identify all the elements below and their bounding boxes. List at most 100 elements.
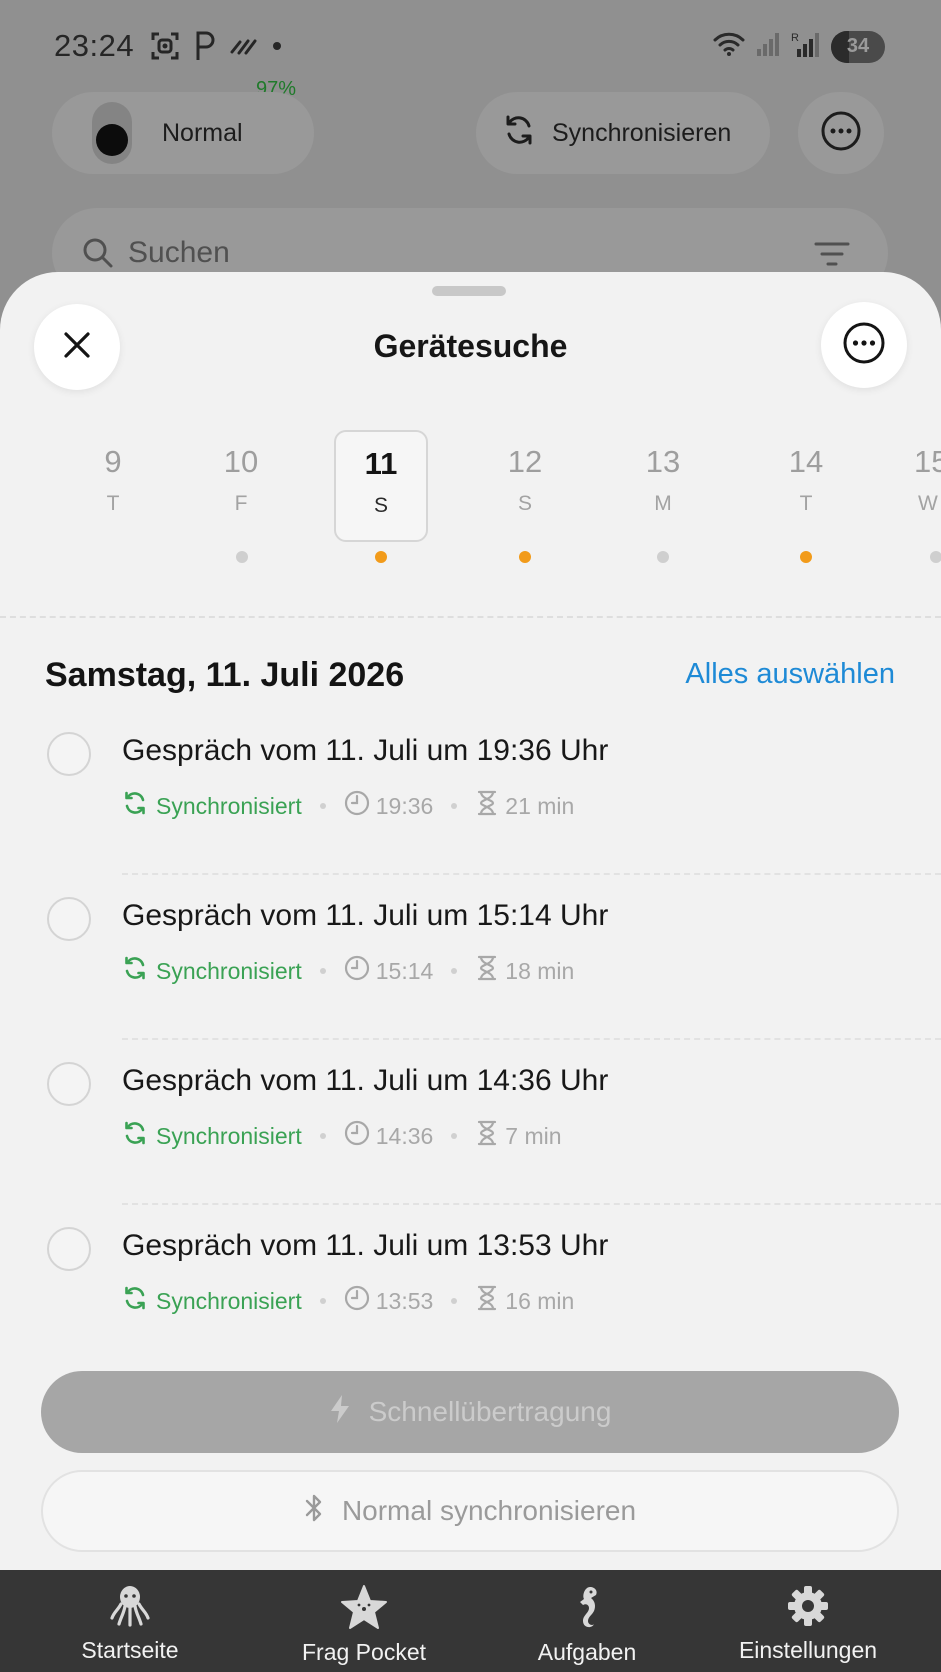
sync-status: Synchronisiert [156,792,302,819]
recording-item[interactable]: Gespräch vom 11. Juli um 13:53 Uhr Synch… [0,1205,941,1370]
device-search-sheet: Gerätesuche 9 T 10 F 11 S 12 S 13 M 14 T… [0,272,941,1570]
search-icon [82,236,114,275]
date-item-12[interactable]: 12 S [478,430,572,542]
search-input[interactable]: Suchen [128,236,230,270]
nav-label: Aufgaben [537,1639,637,1665]
clock-icon [344,955,370,987]
recording-item[interactable]: Gespräch vom 11. Juli um 15:14 Uhr Synch… [0,875,941,1040]
date-weekday: S [517,492,532,515]
meta-separator [451,1133,458,1139]
battery-level: 34 [846,35,870,57]
date-item-14[interactable]: 14 T [759,430,853,542]
date-number: 11 [364,446,398,481]
fast-transfer-button[interactable]: Schnellübertragung [41,1371,899,1453]
sync-button[interactable]: Synchronisieren [476,92,770,174]
recording-meta: Synchronisiert 15:14 18 min [122,955,574,987]
sheet-title: Gerätesuche [373,328,568,364]
synced-icon [122,1120,148,1152]
date-item-15[interactable]: 15 W [894,430,941,542]
recording-meta: Synchronisiert 14:36 7 min [122,1120,562,1152]
date-number: 15 [914,444,941,479]
sheet-more-button[interactable] [821,302,907,388]
status-bar: 23:24 R 34 97% [0,0,941,100]
date-item-13[interactable]: 13 M [616,430,710,542]
cell-signal-roaming-icon: R [791,30,821,63]
nav-item-ask-pocket[interactable]: Frag Pocket [264,1570,464,1672]
screenshot-icon [150,31,180,61]
recording-time: 13:53 [375,1287,434,1314]
gear-icon [708,1584,908,1633]
nav-label: Frag Pocket [302,1639,426,1665]
recording-duration: 21 min [505,792,575,819]
date-dot-13 [657,551,669,563]
svg-text:R: R [791,32,799,44]
meta-separator [319,968,326,974]
dot-icon [272,41,282,51]
bluetooth-icon [304,1492,324,1531]
date-item-11[interactable]: 11 S [334,430,428,542]
sync-status: Synchronisiert [156,957,302,984]
recording-checkbox[interactable] [47,1062,91,1106]
date-item-10[interactable]: 10 F [194,430,288,542]
meta-separator [451,803,458,809]
date-dot-14 [800,551,812,563]
recording-meta: Synchronisiert 13:53 16 min [122,1285,574,1317]
recording-time: 15:14 [375,957,434,984]
recording-item[interactable]: Gespräch vom 11. Juli um 14:36 Uhr Synch… [0,1040,941,1205]
background-more-button[interactable] [798,92,884,174]
meta-separator [451,968,458,974]
signal-strokes-icon [230,36,258,56]
recording-checkbox[interactable] [47,732,91,776]
date-number: 10 [223,444,259,479]
mode-toggle-pill[interactable]: Normal [52,92,314,174]
hourglass-icon [475,1120,499,1152]
hourglass-icon [475,790,499,822]
more-dots-icon [820,110,862,157]
select-all-link[interactable]: Alles auswählen [685,658,895,691]
recording-checkbox[interactable] [47,897,91,941]
recording-meta: Synchronisiert 19:36 21 min [122,790,574,822]
lightning-icon [329,1394,351,1431]
date-number: 13 [645,444,681,479]
filter-icon[interactable] [814,240,850,273]
recording-duration: 7 min [505,1122,562,1149]
date-dot-10 [236,551,248,563]
recording-title: Gespräch vom 11. Juli um 13:53 Uhr [122,1229,609,1262]
date-strip-divider [0,616,941,618]
date-weekday: T [799,492,813,515]
meta-separator [319,803,326,809]
meta-separator [451,1298,458,1304]
date-number: 14 [788,444,824,479]
cell-signal-icon [755,31,781,62]
hourglass-icon [475,955,499,987]
recording-checkbox[interactable] [47,1227,91,1271]
wifi-icon [713,31,745,62]
date-weekday: T [106,492,120,515]
status-time: 23:24 [54,28,135,63]
date-dot-12 [519,551,531,563]
recording-item[interactable]: Gespräch vom 11. Juli um 19:36 Uhr Synch… [0,710,941,875]
recordings-list: Gespräch vom 11. Juli um 19:36 Uhr Synch… [0,710,941,1370]
nav-item-settings[interactable]: Einstellungen [708,1570,908,1672]
normal-sync-button[interactable]: Normal synchronisieren [41,1470,899,1552]
nav-label: Einstellungen [738,1637,878,1663]
nav-item-home[interactable]: Startseite [30,1570,230,1672]
mode-toggle[interactable] [92,102,132,164]
date-dot-15 [930,551,941,563]
date-item-9[interactable]: 9 T [66,430,160,542]
seahorse-icon [487,1584,687,1635]
nav-item-tasks[interactable]: Aufgaben [487,1570,687,1672]
clock-icon [344,1120,370,1152]
drag-handle[interactable] [432,286,506,296]
recording-time: 14:36 [375,1122,434,1149]
recording-title: Gespräch vom 11. Juli um 19:36 Uhr [122,734,609,767]
status-left-icons [150,28,282,64]
normal-sync-label: Normal synchronisieren [341,1495,637,1526]
sync-status: Synchronisiert [156,1287,302,1314]
battery-icon: 34 [831,30,885,63]
parking-p-icon [194,30,216,62]
meta-separator [319,1298,326,1304]
recording-duration: 18 min [505,957,575,984]
mode-toggle-knob [96,124,128,156]
hourglass-icon [475,1285,499,1317]
